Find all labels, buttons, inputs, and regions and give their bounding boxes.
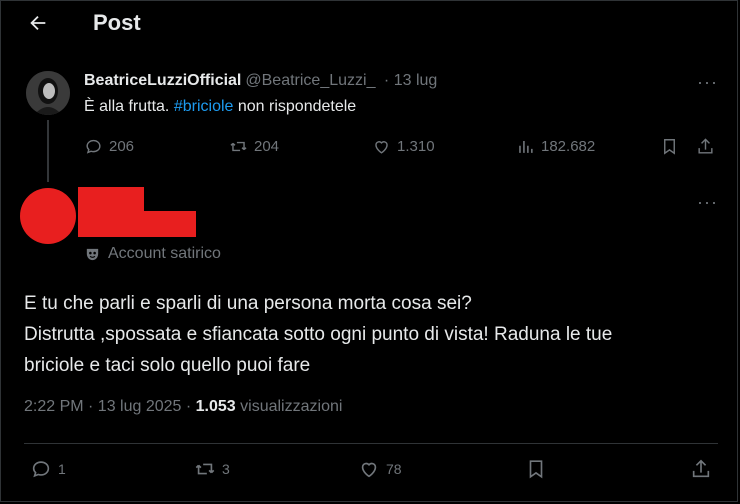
page-title: Post [93, 10, 141, 35]
like-icon [375, 141, 388, 154]
views-count: 182.682 [541, 138, 596, 155]
reply-count: 206 [109, 138, 135, 155]
more-icon[interactable]: ··· [697, 192, 718, 213]
reply-count: 1 [58, 461, 66, 477]
quoted-text-after: non rispondetele [233, 98, 357, 115]
satire-label-text: Account satirico [108, 245, 221, 262]
author-display-name[interactable]: BeatriceLuzziOfficial [84, 72, 241, 89]
divider [24, 443, 718, 444]
post-meta: 2:22 PM · 13 lug 2025 · 1.053 visualizza… [24, 398, 342, 416]
more-icon[interactable]: ··· [697, 72, 718, 93]
post-text: E tu che parli e sparli di una persona m… [24, 288, 714, 381]
repost-button[interactable]: 3 [194, 458, 230, 480]
page-header: Post [0, 0, 740, 50]
like-icon [361, 462, 377, 478]
thread-line [47, 120, 49, 182]
main-actions: 1 3 78 [30, 458, 720, 484]
back-arrow-icon [30, 15, 46, 31]
reply-icon [86, 139, 101, 154]
back-button[interactable] [24, 9, 52, 37]
post-timestamp[interactable]: 2:22 PM · 13 lug 2025 · [24, 398, 196, 415]
views-number: 1.053 [195, 398, 236, 415]
author-handle[interactable]: @Beatrice_Luzzi_ [245, 72, 375, 89]
quoted-text-before: È alla frutta. [84, 98, 174, 115]
hashtag-link[interactable]: #briciole [174, 98, 234, 115]
like-count: 78 [386, 461, 402, 477]
reply-icon [32, 461, 50, 478]
like-button[interactable]: 1.310 [372, 137, 435, 156]
bookmark-icon [529, 460, 543, 479]
like-count: 1.310 [397, 138, 435, 155]
avatar[interactable] [26, 71, 70, 115]
quoted-actions: 206 204 1.310 182.682 [84, 137, 724, 161]
views-label: visualizzazioni [235, 398, 343, 415]
repost-icon [195, 463, 215, 475]
redacted-name [78, 187, 144, 237]
share-icon [698, 138, 713, 154]
post-text-line: Distrutta ,spossata e sfiancata sotto og… [24, 324, 613, 345]
avatar-portrait-icon [26, 71, 70, 115]
quoted-post-text: È alla frutta. #briciole non rispondetel… [84, 98, 356, 116]
bookmark-icon [664, 139, 675, 155]
satire-label: Account satirico [84, 245, 221, 263]
like-button[interactable]: 78 [358, 458, 402, 480]
redacted-handle [136, 211, 196, 237]
share-button[interactable] [690, 458, 712, 480]
views-icon [519, 140, 533, 153]
reply-button[interactable]: 1 [30, 458, 66, 480]
post-date[interactable]: · 13 lug [384, 72, 437, 89]
bookmark-button[interactable] [660, 137, 679, 156]
post-text-line: briciole e taci solo quello puoi fare [24, 355, 311, 376]
share-button[interactable] [696, 137, 715, 156]
bookmark-button[interactable] [525, 458, 547, 480]
repost-count: 204 [254, 138, 280, 155]
quoted-author-row: BeatriceLuzziOfficial @Beatrice_Luzzi_ · … [84, 72, 437, 90]
reply-button[interactable]: 206 [84, 137, 134, 156]
views-button[interactable]: 182.682 [516, 137, 595, 156]
post-text-line: E tu che parli e sparli di una persona m… [24, 293, 472, 314]
redacted-avatar [20, 188, 76, 244]
repost-button[interactable]: 204 [229, 137, 279, 156]
repost-icon [230, 141, 247, 152]
share-icon [692, 459, 710, 478]
repost-count: 3 [222, 461, 230, 477]
satire-mask-icon [86, 248, 99, 260]
